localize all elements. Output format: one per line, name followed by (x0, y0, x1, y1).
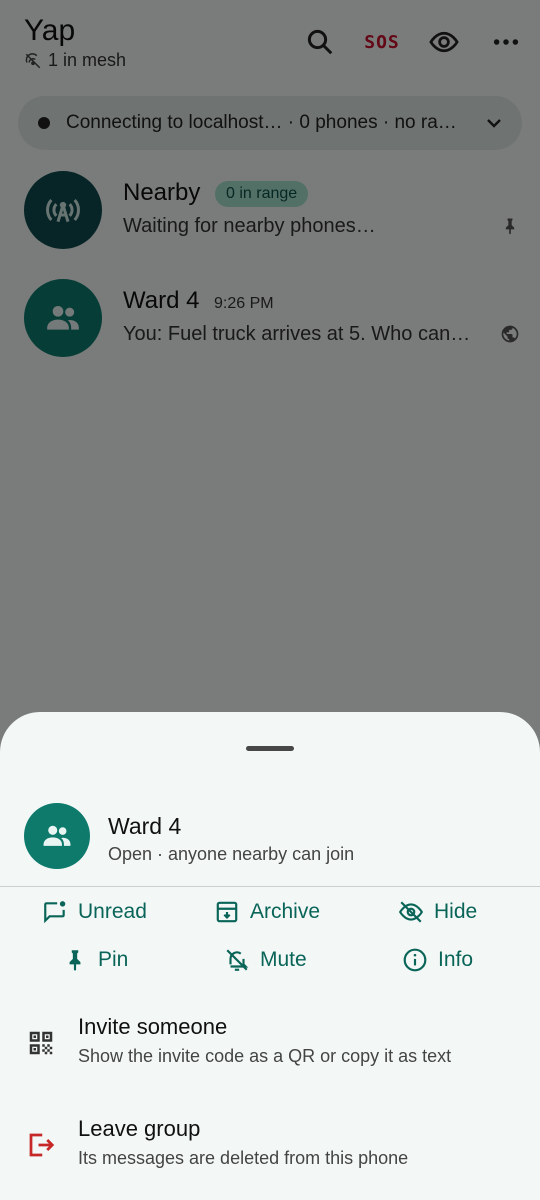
group-icon (43, 825, 71, 846)
archive-icon (216, 901, 238, 923)
logout-icon (29, 1133, 55, 1157)
sheet-subtitle: Open · anyone nearby can join (108, 844, 355, 864)
archive-button[interactable]: Archive (214, 895, 320, 929)
mute-button[interactable]: Mute (224, 943, 307, 977)
pin-icon (69, 950, 81, 971)
bell-off-icon (226, 949, 249, 971)
hide-button[interactable]: Hide (398, 895, 477, 929)
mark-unread-icon (44, 901, 66, 924)
qr-code-icon (29, 1031, 53, 1055)
info-label: Info (438, 948, 474, 971)
group-avatar (24, 803, 90, 869)
info-icon (403, 948, 427, 972)
invite-subtitle: Show the invite code as a QR or copy it … (78, 1046, 452, 1066)
info-button[interactable]: Info (402, 943, 473, 977)
drag-handle[interactable] (246, 746, 294, 751)
unread-button[interactable]: Unread (42, 895, 147, 929)
archive-label: Archive (250, 900, 321, 923)
pin-label: Pin (98, 948, 129, 971)
chat-options-sheet: Ward 4 Open · anyone nearby can join Unr… (0, 712, 540, 1200)
hide-label: Hide (434, 900, 478, 923)
invite-title: Invite someone (78, 1014, 228, 1039)
leave-group-item[interactable]: Leave group Its messages are deleted fro… (0, 1116, 540, 1196)
leave-group-subtitle: Its messages are deleted from this phone (78, 1148, 409, 1168)
eye-off-icon (398, 901, 424, 923)
sheet-title: Ward 4 (108, 813, 182, 839)
invite-someone-item[interactable]: Invite someone Show the invite code as a… (0, 1014, 540, 1094)
leave-group-title: Leave group (78, 1116, 201, 1141)
divider (0, 886, 540, 887)
unread-label: Unread (78, 900, 147, 923)
mute-label: Mute (260, 948, 307, 971)
pin-button[interactable]: Pin (62, 943, 128, 977)
